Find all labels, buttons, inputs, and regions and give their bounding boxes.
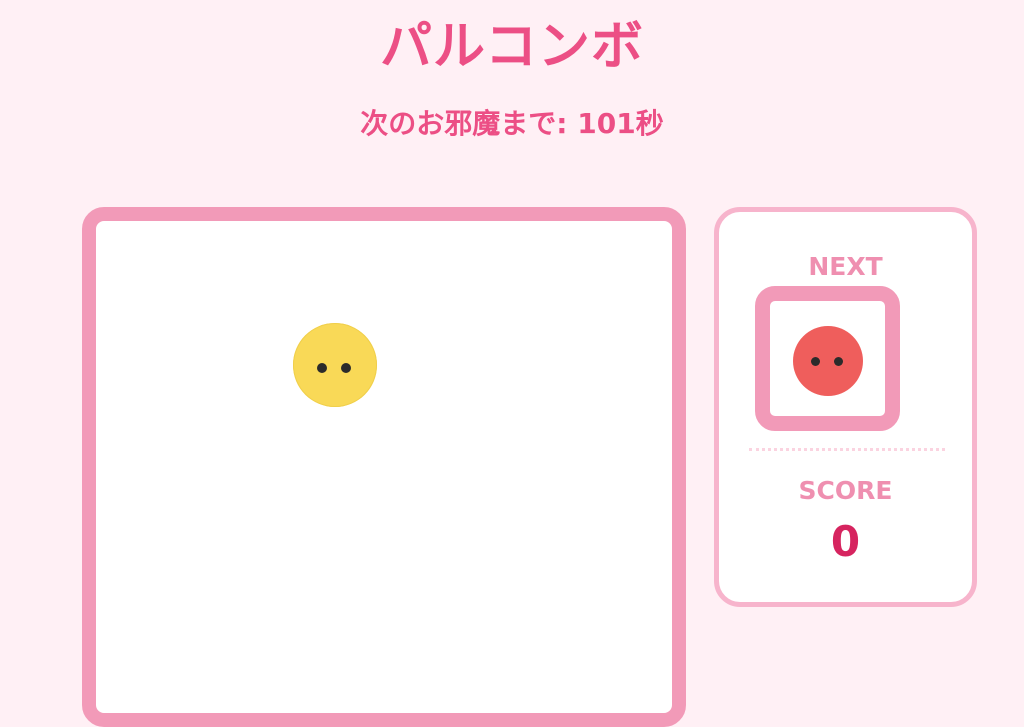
- game-board[interactable]: [82, 207, 686, 727]
- puyo-left-eye-icon: [811, 357, 820, 366]
- next-puyo-red: [793, 326, 863, 396]
- next-label: NEXT: [808, 252, 883, 281]
- puyo-right-eye-icon: [341, 363, 351, 373]
- garbage-timer: 次のお邪魔まで: 101秒: [360, 107, 664, 140]
- puyo-left-eye-icon: [317, 363, 327, 373]
- game-title: パルコンボ: [380, 17, 644, 77]
- score-label: SCORE: [798, 476, 893, 505]
- side-panel: NEXT SCORE 0: [714, 207, 977, 607]
- panel-divider: [749, 448, 945, 451]
- puyo-right-eye-icon: [834, 357, 843, 366]
- score-value: 0: [830, 517, 861, 566]
- next-piece-box: [755, 286, 900, 431]
- falling-puyo-yellow: [293, 323, 377, 407]
